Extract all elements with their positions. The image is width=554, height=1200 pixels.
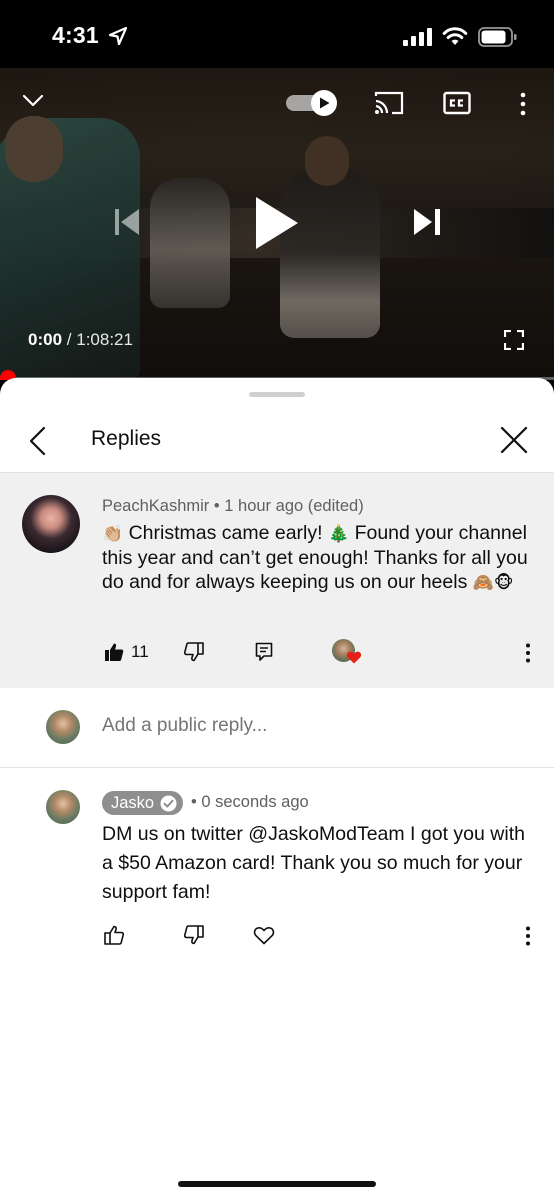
parent-comment: PeachKashmir • 1 hour ago (edited) 👏🏼 Ch…: [0, 473, 554, 688]
heart-icon[interactable]: [253, 924, 275, 946]
thumbs-down-icon[interactable]: [184, 642, 204, 662]
creator-heart-badge: [332, 639, 362, 667]
replies-sheet: Replies PeachKashmir • 1 hour ago (edite…: [0, 378, 554, 1200]
reply-text: DM us on twitter @JaskoModTeam I got you…: [102, 823, 525, 903]
like-count: 11: [131, 642, 149, 661]
chevron-down-icon[interactable]: [22, 94, 44, 108]
add-reply-row: [0, 688, 554, 768]
video-duration: 1:08:21: [76, 330, 133, 349]
cast-icon[interactable]: [374, 90, 404, 116]
fullscreen-icon[interactable]: [504, 330, 524, 350]
reply-actions: [0, 923, 554, 953]
thumbs-up-icon[interactable]: [104, 925, 124, 945]
thumbs-up-filled-icon[interactable]: [104, 642, 124, 662]
autoplay-toggle[interactable]: [286, 90, 340, 116]
close-icon[interactable]: [500, 426, 528, 454]
current-time: 0:00: [28, 330, 63, 349]
monkey-emoji: 🙈🐵: [472, 573, 514, 593]
home-indicator[interactable]: [178, 1181, 376, 1187]
signal-icon: [403, 28, 432, 46]
drag-handle[interactable]: [249, 392, 305, 397]
thumbs-down-icon[interactable]: [184, 925, 204, 945]
avatar: [46, 710, 80, 744]
video-player[interactable]: 0:00 / 1:08:21: [0, 68, 554, 380]
location-arrow-icon: [108, 26, 128, 46]
heart-icon: [346, 651, 362, 664]
comment-text-part: Christmas came early!: [123, 522, 328, 544]
comment-author[interactable]: PeachKashmir: [102, 497, 209, 515]
comment-timestamp: • 1 hour ago (edited): [213, 497, 364, 515]
sheet-title: Replies: [91, 427, 162, 450]
more-vertical-icon[interactable]: [524, 643, 532, 663]
avatar[interactable]: [46, 790, 80, 824]
next-icon[interactable]: [412, 207, 442, 237]
more-vertical-icon[interactable]: [524, 926, 532, 946]
reply-timestamp: • 0 seconds ago: [191, 793, 309, 811]
more-vertical-icon[interactable]: [518, 92, 528, 116]
tree-emoji: 🎄: [327, 524, 350, 544]
clapping-emoji: 👏🏼: [102, 524, 124, 544]
comment-text: 👏🏼 Christmas came early! 🎄 Found your ch…: [102, 521, 532, 595]
reply-comment: Jasko • 0 seconds ago DM us on twitter @…: [0, 768, 554, 968]
battery-icon: [478, 27, 517, 47]
author-badge[interactable]: Jasko: [102, 791, 184, 815]
reply-input[interactable]: [102, 715, 522, 737]
verified-check-icon: [160, 795, 177, 811]
time-separator: /: [66, 330, 72, 349]
comment-actions: 11: [0, 639, 554, 670]
avatar[interactable]: [22, 495, 80, 553]
comment-text-part: Found your: [349, 522, 454, 544]
comment-meta: PeachKashmir • 1 hour ago (edited): [102, 497, 364, 516]
wifi-icon: [442, 27, 468, 45]
closed-captions-icon[interactable]: [443, 91, 471, 115]
sheet-header: Replies: [0, 408, 554, 472]
status-bar: 4:31: [0, 0, 554, 68]
status-time: 4:31: [52, 22, 99, 48]
reply-icon[interactable]: [255, 642, 273, 662]
playback-time: 0:00 / 1:08:21: [28, 330, 133, 350]
reply-author: Jasko: [111, 794, 155, 812]
play-icon[interactable]: [254, 195, 300, 251]
previous-icon[interactable]: [113, 207, 141, 237]
back-icon[interactable]: [28, 426, 48, 456]
